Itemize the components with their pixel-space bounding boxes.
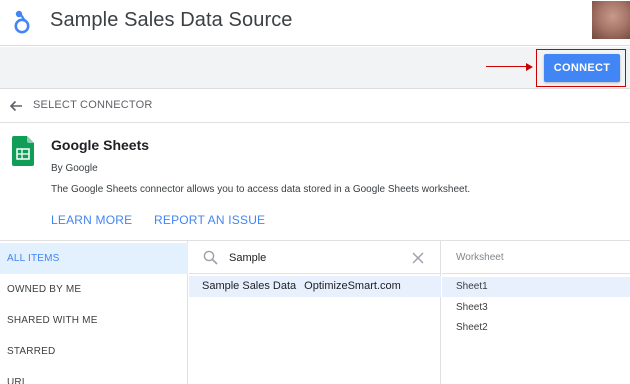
search-icon — [203, 250, 218, 265]
sidebar-item-shared-with-me[interactable]: SHARED WITH ME — [0, 305, 188, 336]
close-icon[interactable] — [412, 252, 424, 264]
file-owner: OptimizeSmart.com — [304, 280, 401, 292]
search-bar — [189, 241, 441, 274]
file-name: Sample Sales Data — [202, 280, 297, 292]
list-item[interactable]: Sample Sales Data OptimizeSmart.com — [189, 276, 441, 297]
connector-description: The Google Sheets connector allows you t… — [51, 184, 471, 195]
toolbar: CONNECT — [0, 47, 630, 89]
looker-studio-logo-icon[interactable] — [12, 9, 32, 35]
google-sheets-icon — [12, 136, 34, 166]
report-issue-link[interactable]: REPORT AN ISSUE — [154, 213, 265, 227]
search-input[interactable] — [229, 249, 399, 267]
annotation-arrow-head — [526, 63, 533, 71]
worksheet-item[interactable]: Sheet1 — [442, 277, 630, 297]
worksheet-item[interactable]: Sheet2 — [442, 318, 630, 338]
sidebar-item-all-items[interactable]: ALL ITEMS — [0, 243, 188, 274]
annotation-arrow — [486, 66, 528, 67]
worksheet-item[interactable]: Sheet3 — [442, 298, 630, 318]
file-browser: Sample Sales Data OptimizeSmart.com — [189, 241, 441, 384]
worksheet-header: Worksheet — [442, 241, 630, 274]
connect-button[interactable]: CONNECT — [544, 54, 620, 82]
select-connector-label[interactable]: SELECT CONNECTOR — [33, 99, 153, 111]
connector-name: Google Sheets — [51, 137, 150, 153]
page-title[interactable]: Sample Sales Data Source — [50, 9, 293, 32]
sidebar-item-url[interactable]: URL — [0, 367, 188, 384]
app-header: Sample Sales Data Source — [0, 0, 630, 46]
breadcrumb: SELECT CONNECTOR — [0, 89, 630, 123]
user-avatar[interactable] — [592, 1, 630, 39]
sidebar-item-owned-by-me[interactable]: OWNED BY ME — [0, 274, 188, 305]
sidebar: ALL ITEMS OWNED BY ME SHARED WITH ME STA… — [0, 241, 188, 384]
learn-more-link[interactable]: LEARN MORE — [51, 213, 132, 227]
arrow-left-icon[interactable] — [8, 98, 24, 114]
worksheet-list: Worksheet Sheet1 Sheet3 Sheet2 — [442, 241, 630, 384]
connector-author: By Google — [51, 163, 98, 174]
sidebar-item-starred[interactable]: STARRED — [0, 336, 188, 367]
